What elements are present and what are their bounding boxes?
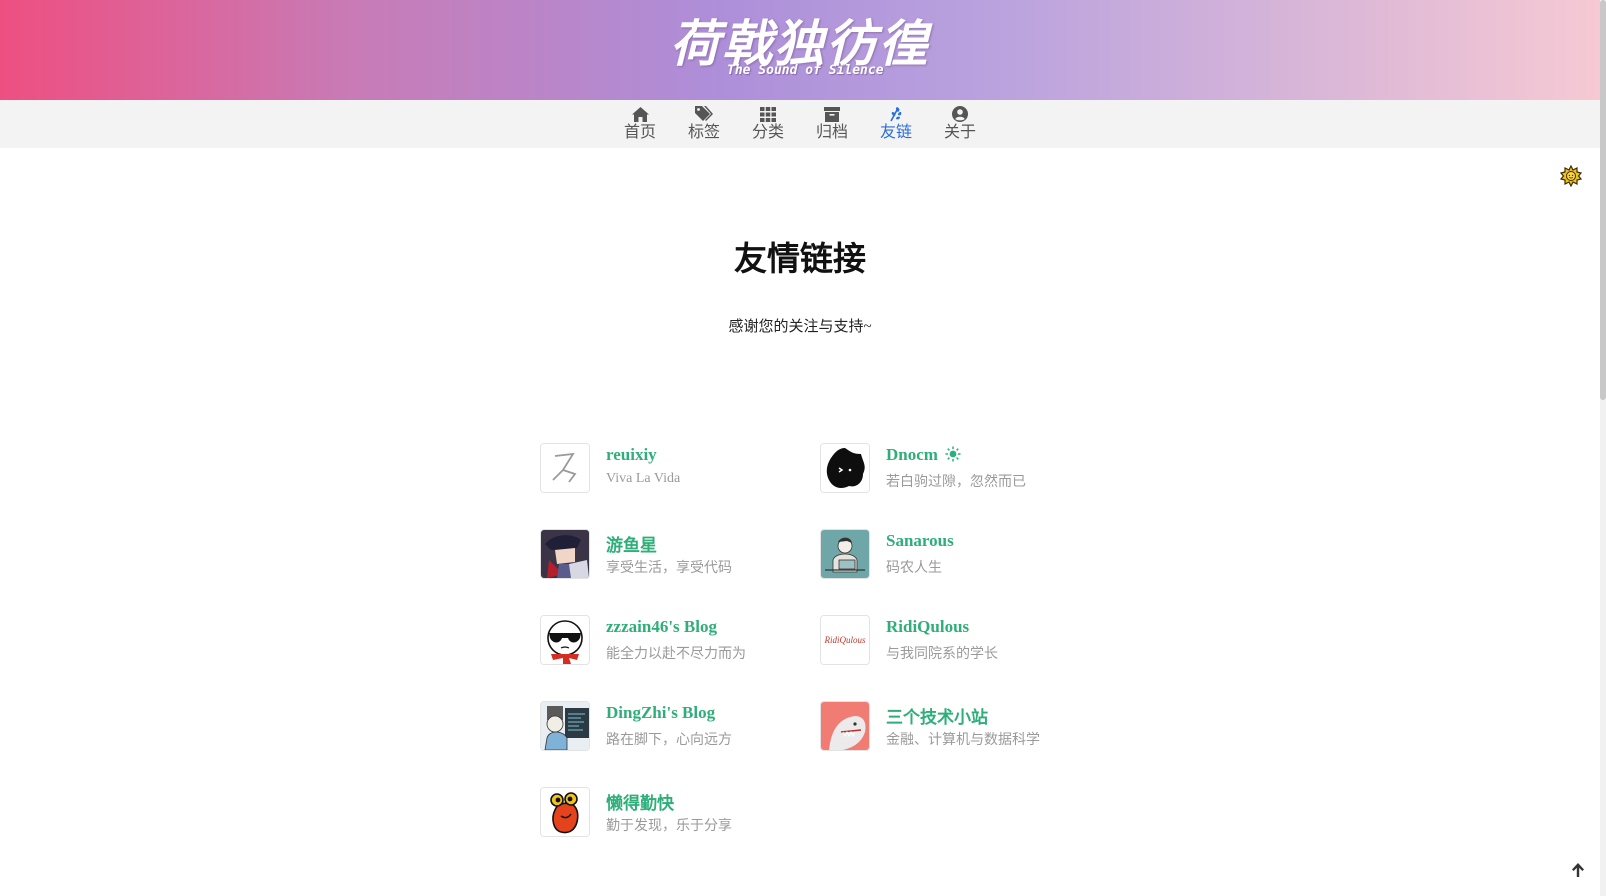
nav-item-categories[interactable]: 分类 — [736, 100, 800, 148]
reuixiy-avatar — [540, 443, 590, 493]
page-subtitle: 感谢您的关注与支持~ — [728, 319, 872, 335]
nav-label: 分类 — [751, 124, 784, 141]
leaf-icon — [887, 106, 905, 122]
nav-label: 友链 — [879, 124, 912, 141]
link-name-text: Dnocm — [886, 445, 938, 464]
archive-icon — [823, 106, 841, 122]
link-name: DingZhi's Blog — [606, 703, 716, 722]
site-logo[interactable]: 荷戟独彷徨 The Sound of Silence — [0, 0, 1600, 100]
friend-link-reuixiy[interactable]: reuixiy Viva La Vida — [540, 443, 810, 495]
landeqinkuai-avatar — [540, 787, 590, 837]
friend-link-dingzhi[interactable]: DingZhi's Blog 路在脚下，心向远方 — [540, 701, 810, 753]
friend-link-landeqinkuai[interactable]: 懒得勤快 勤于发现，乐于分享 — [540, 787, 810, 839]
nav-item-archive[interactable]: 归档 — [800, 100, 864, 148]
nav-label: 标签 — [687, 124, 720, 141]
nav-label: 归档 — [815, 124, 848, 141]
logo-subtitle: The Sound of Silence — [727, 63, 884, 78]
tags-icon — [695, 106, 713, 122]
link-desc: 金融、计算机与数据科学 — [886, 733, 1040, 748]
nav-item-friends[interactable]: 友链 — [864, 100, 928, 148]
theme-toggle-button[interactable] — [1559, 164, 1583, 188]
ridiqulous-logo-text: RidiQulous — [823, 635, 865, 645]
link-desc: 享受生活，享受代码 — [606, 561, 732, 576]
link-name: reuixiy — [606, 445, 657, 464]
dnocm-avatar — [820, 443, 870, 493]
link-desc: 码农人生 — [886, 561, 942, 576]
nav-item-tags[interactable]: 标签 — [672, 100, 736, 148]
page-title: 友情链接 — [734, 242, 866, 278]
nav-label: 关于 — [943, 124, 976, 141]
link-desc: 若白驹过隙，忽然而已 — [886, 475, 1026, 490]
grid-icon — [759, 106, 777, 122]
nav-label: 首页 — [623, 124, 656, 141]
friend-link-sange[interactable]: 三个技术小站 金融、计算机与数据科学 — [820, 701, 1090, 753]
youyuxing-avatar — [540, 529, 590, 579]
friend-link-youyuxing[interactable]: 游鱼星 享受生活，享受代码 — [540, 529, 810, 581]
arrow-up-icon — [1570, 863, 1586, 882]
friend-link-ridiqulous[interactable]: RidiQulous RidiQulous 与我同院系的学长 — [820, 615, 1090, 667]
scrollbar[interactable] — [1600, 0, 1606, 896]
dingzhi-avatar — [540, 701, 590, 751]
sun-icon — [945, 446, 961, 467]
navbar: 首页 标签 分类 归档 友链 关于 — [0, 100, 1600, 148]
nav-item-home[interactable]: 首页 — [608, 100, 672, 148]
link-name: RidiQulous — [886, 617, 970, 636]
sange-avatar — [820, 701, 870, 751]
link-name: 游鱼星 — [606, 536, 657, 555]
zzzain46-avatar — [540, 615, 590, 665]
link-desc: 能全力以赴不尽力而为 — [606, 647, 746, 662]
link-desc: 路在脚下，心向远方 — [606, 733, 732, 748]
link-name: 三个技术小站 — [886, 708, 988, 727]
link-name: Sanarous — [886, 531, 954, 550]
friend-link-zzzain46[interactable]: zzzain46's Blog 能全力以赴不尽力而为 — [540, 615, 810, 667]
link-desc: 与我同院系的学长 — [886, 647, 998, 662]
friend-link-dnocm[interactable]: Dnocm 若白驹过隙，忽然而已 — [820, 443, 1090, 495]
link-name: 懒得勤快 — [606, 794, 674, 813]
scrollbar-thumb[interactable] — [1600, 0, 1606, 400]
home-icon — [631, 106, 649, 122]
sanarous-avatar — [820, 529, 870, 579]
sun-icon — [1559, 164, 1583, 191]
friend-link-sanarous[interactable]: Sanarous 码农人生 — [820, 529, 1090, 581]
link-desc: Viva La Vida — [606, 471, 681, 486]
link-desc: 勤于发现，乐于分享 — [606, 819, 732, 834]
back-to-top-button[interactable] — [1570, 862, 1586, 878]
ridiqulous-avatar: RidiQulous — [820, 615, 870, 665]
nav-item-about[interactable]: 关于 — [928, 100, 992, 148]
user-circle-icon — [951, 106, 969, 122]
link-name: Dnocm — [886, 445, 961, 467]
link-name: zzzain46's Blog — [606, 617, 717, 636]
